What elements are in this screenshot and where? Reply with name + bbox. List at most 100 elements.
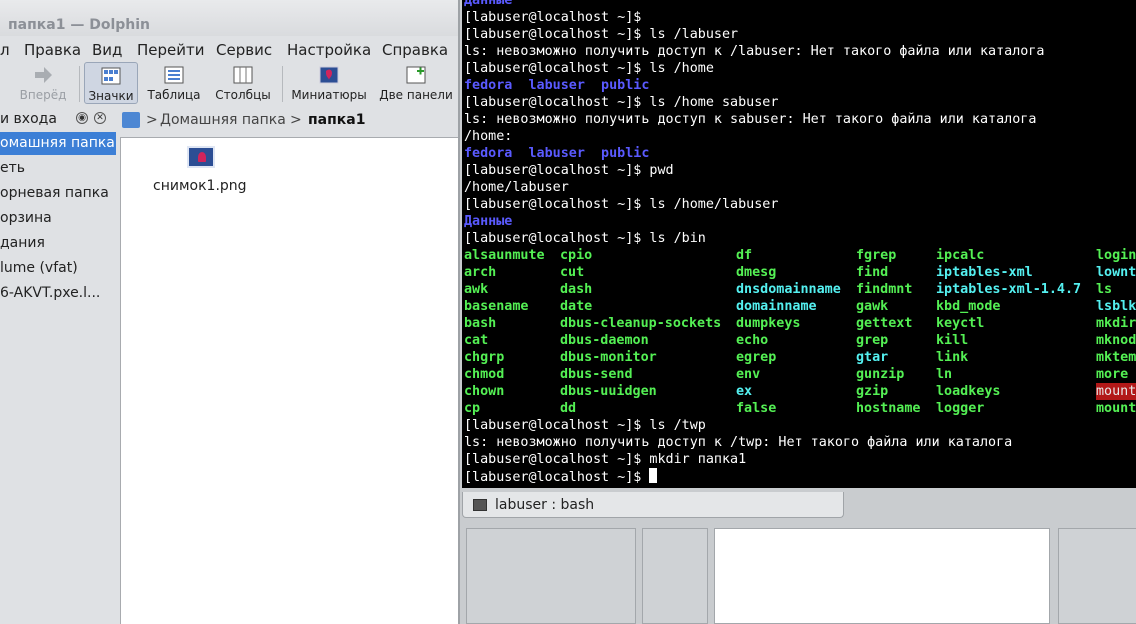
terminal-line: fedora labuser public	[464, 146, 650, 161]
preview-button[interactable]: Миниатюры	[290, 62, 368, 104]
places-item-trash[interactable]: орзина	[0, 207, 116, 230]
details-view-button[interactable]: Таблица	[144, 62, 204, 104]
bin-entry: dnsdomainname	[736, 282, 841, 297]
bin-entry: ln	[936, 367, 953, 382]
split-view-icon	[406, 66, 426, 84]
menu-go[interactable]: Перейти	[137, 41, 205, 59]
split-view-button[interactable]: Две панели	[378, 62, 454, 104]
bin-entry: cpio	[560, 248, 593, 263]
file-name[interactable]: снимок1.png	[153, 178, 247, 194]
terminal-line: [labuser@localhost ~]$ ls /home	[464, 61, 714, 76]
terminal-line: [labuser@localhost ~]$	[464, 468, 658, 485]
dolphin-window-title: папка1 — Dolphin	[8, 17, 151, 33]
file-view[interactable]: снимок1.png	[120, 137, 458, 624]
bin-entry: grep	[856, 333, 889, 348]
places-item-root[interactable]: орневая папка	[0, 182, 116, 205]
bin-entry: false	[736, 401, 777, 416]
terminal-tabbar: labuser : bash	[460, 490, 1136, 520]
bin-entry: ex	[736, 384, 753, 399]
bin-entry: kill	[936, 333, 969, 348]
terminal-line: /home/labuser	[464, 180, 569, 195]
bin-entry: alsaunmute	[464, 248, 545, 263]
menu-file[interactable]: л	[0, 41, 10, 59]
bin-entry: dbus-daemon	[560, 333, 649, 348]
places-item-device[interactable]: 6-AKVT.pxe.l...	[0, 282, 116, 305]
bin-entry: mountp	[1096, 401, 1136, 416]
bin-entry: basename	[464, 299, 529, 314]
menu-help[interactable]: Справка	[382, 41, 448, 59]
bin-entry: mount	[1096, 383, 1136, 400]
bin-entry: ipcalc	[936, 248, 985, 263]
icons-view-button[interactable]: Значки	[84, 62, 138, 104]
places-item-volume[interactable]: lume (vfat)	[0, 257, 116, 280]
bin-entry: echo	[736, 333, 769, 348]
terminal-line: fedora labuser public	[464, 78, 650, 93]
bin-entry: iptables-xml-1.4.7	[936, 282, 1082, 297]
terminal-line: [labuser@localhost ~]$ mkdir папка1	[464, 452, 747, 467]
terminal-icon	[473, 499, 487, 511]
columns-view-button[interactable]: Столбцы	[212, 62, 274, 104]
places-panel: и входа ◉ ✕ омашняя папка еть орневая па…	[0, 108, 116, 624]
image-preview-icon	[319, 66, 339, 84]
bin-entry: gtar	[856, 350, 889, 365]
breadcrumb-sep: >	[290, 112, 302, 128]
terminal-line: Данные	[464, 214, 513, 229]
terminal-line: [labuser@localhost ~]$ ls /twp	[464, 418, 706, 433]
terminal-line: [labuser@localhost ~]$ pwd	[464, 163, 674, 178]
bin-entry: ls	[1096, 282, 1113, 297]
toolbar-separator	[79, 66, 80, 102]
background-window	[642, 528, 708, 624]
places-item-tasks[interactable]: дания	[0, 232, 116, 255]
bin-entry: date	[560, 299, 593, 314]
bin-entry: hostname	[856, 401, 921, 416]
menu-edit[interactable]: Правка	[24, 41, 81, 59]
bin-entry: findmnt	[856, 282, 913, 297]
places-item-network[interactable]: еть	[0, 157, 116, 180]
toolbar-separator	[282, 66, 283, 102]
dolphin-menubar: л Правка Вид Перейти Сервис Настройка Сп…	[0, 38, 458, 62]
forward-button[interactable]: Вперёд	[14, 62, 72, 104]
terminal-line: [labuser@localhost ~]$ ls /home sabuser	[464, 95, 779, 110]
bin-entry: dmesg	[736, 265, 777, 280]
terminal-screen[interactable]: Данные [labuser@localhost ~]$ [labuser@loc…	[462, 0, 1136, 488]
dolphin-toolbar: Вперёд Значки Таблица Столбцы Миниатюры …	[0, 62, 458, 106]
terminal-line: Данные	[464, 0, 513, 8]
places-header-title: и входа	[0, 111, 57, 127]
panel-close-icon[interactable]: ✕	[94, 112, 106, 124]
terminal-line: [labuser@localhost ~]$ ls /home/labuser	[464, 197, 779, 212]
icons-view-label: Значки	[88, 89, 134, 103]
terminal-line: [labuser@localhost ~]$ ls /labuser	[464, 27, 739, 42]
bin-entry: arch	[464, 265, 497, 280]
menu-view[interactable]: Вид	[92, 41, 122, 59]
image-file-icon[interactable]	[187, 146, 215, 168]
bin-entry: more	[1096, 367, 1129, 382]
columns-view-label: Столбцы	[215, 88, 271, 102]
terminal-line: ls: невозможно получить доступ к /twp: Н…	[464, 435, 1013, 450]
breadcrumb-home[interactable]: Домашняя папка	[160, 112, 286, 128]
breadcrumb-sep: >	[146, 112, 158, 128]
dolphin-titlebar[interactable]: папка1 — Dolphin	[0, 0, 458, 36]
breadcrumb-current[interactable]: папка1	[308, 112, 365, 128]
bin-entry: cp	[464, 401, 481, 416]
bin-entry: chgrp	[464, 350, 505, 365]
preview-label: Миниатюры	[291, 88, 367, 102]
terminal-tab[interactable]: labuser : bash	[462, 492, 844, 518]
terminal-window: Данные [labuser@localhost ~]$ [labuser@loc…	[458, 0, 1136, 624]
bin-entry: awk	[464, 282, 489, 297]
bin-entry: chmod	[464, 367, 505, 382]
split-view-label: Две панели	[379, 88, 453, 102]
bin-entry: login	[1096, 248, 1136, 263]
terminal-line: [labuser@localhost ~]$	[464, 10, 642, 25]
background-window	[466, 528, 636, 624]
home-icon[interactable]	[122, 112, 140, 128]
panel-float-icon[interactable]: ◉	[76, 112, 88, 124]
arrow-right-icon	[35, 67, 52, 83]
columns-view-icon	[233, 66, 253, 84]
menu-tools[interactable]: Сервис	[216, 41, 272, 59]
menu-settings[interactable]: Настройка	[287, 41, 371, 59]
bin-entry: mktemp	[1096, 350, 1136, 365]
bin-entry: gettext	[856, 316, 913, 331]
bin-entry: gunzip	[856, 367, 905, 382]
bin-entry: cut	[560, 265, 585, 280]
places-item-home[interactable]: омашняя папка	[0, 132, 116, 155]
